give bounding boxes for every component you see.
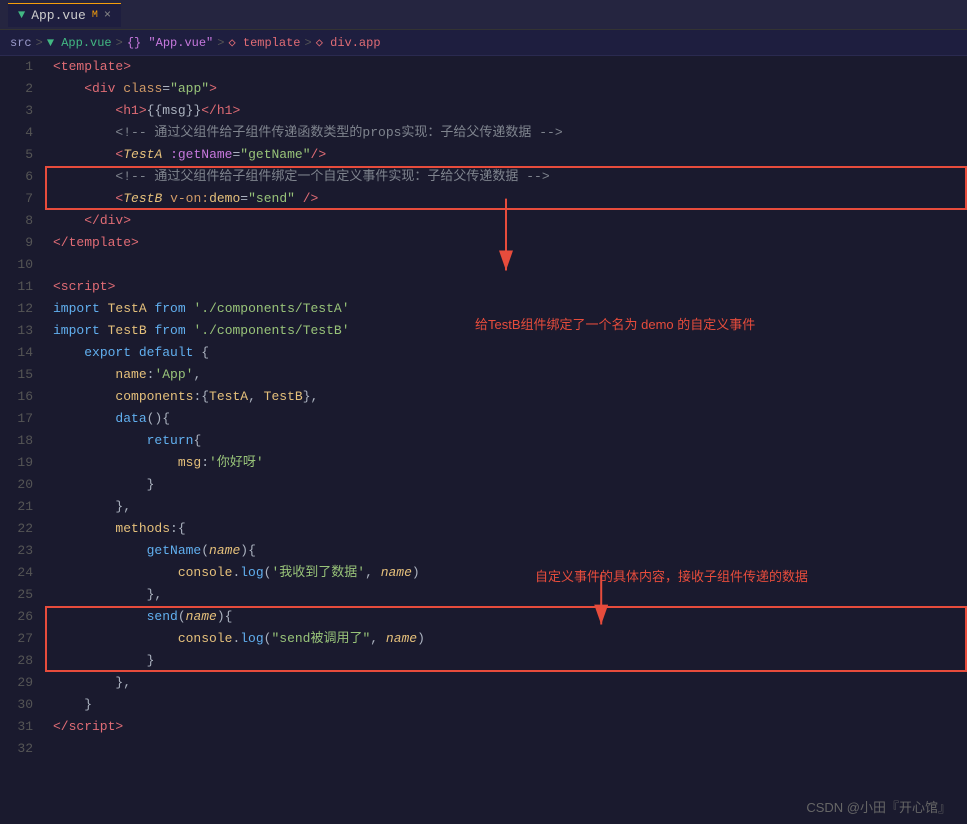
line-numbers: 1 2 3 4 5 6 7 8 9 10 11 12 13 14 15 16 1… xyxy=(0,56,45,824)
code-line-29: }, xyxy=(45,672,967,694)
line-30: 30 xyxy=(0,694,33,716)
line-26: 26 xyxy=(0,606,33,628)
code-line-12: import TestA from './components/TestA' xyxy=(45,298,967,320)
code-line-26: send(name){ xyxy=(45,606,967,628)
code-line-1: <template> xyxy=(45,56,967,78)
line-11: 11 xyxy=(0,276,33,298)
code-line-3: <h1>{{msg}}</h1> xyxy=(45,100,967,122)
code-line-2: <div class="app"> xyxy=(45,78,967,100)
line-14: 14 xyxy=(0,342,33,364)
breadcrumb-div: ◇ div.app xyxy=(316,35,381,50)
breadcrumb-template: ◇ template xyxy=(228,35,300,50)
code-line-23: getName(name){ xyxy=(45,540,967,562)
tab-filename: App.vue xyxy=(31,8,86,23)
line-19: 19 xyxy=(0,452,33,474)
code-line-16: components:{TestA, TestB}, xyxy=(45,386,967,408)
line-3: 3 xyxy=(0,100,33,122)
code-line-10 xyxy=(45,254,967,276)
code-line-27: console.log("send被调用了", name) xyxy=(45,628,967,650)
line-29: 29 xyxy=(0,672,33,694)
code-line-21: }, xyxy=(45,496,967,518)
line-15: 15 xyxy=(0,364,33,386)
watermark: CSDN @小田『开心馆』 xyxy=(806,797,951,816)
code-line-22: methods:{ xyxy=(45,518,967,540)
line-1: 1 xyxy=(0,56,33,78)
line-13: 13 xyxy=(0,320,33,342)
line-6: 6 xyxy=(0,166,33,188)
line-5: 5 xyxy=(0,144,33,166)
code-line-19: msg:'你好呀' xyxy=(45,452,967,474)
breadcrumb: src > ▼ App.vue > {} "App.vue" > ◇ templ… xyxy=(0,30,967,56)
code-line-20: } xyxy=(45,474,967,496)
line-17: 17 xyxy=(0,408,33,430)
line-10: 10 xyxy=(0,254,33,276)
modified-indicator: M xyxy=(92,10,98,21)
line-16: 16 xyxy=(0,386,33,408)
line-20: 20 xyxy=(0,474,33,496)
code-line-9: </template> xyxy=(45,232,967,254)
code-line-24: console.log('我收到了数据', name) xyxy=(45,562,967,584)
breadcrumb-vue: ▼ App.vue xyxy=(47,36,112,50)
line-25: 25 xyxy=(0,584,33,606)
breadcrumb-src: src xyxy=(10,36,32,50)
code-line-32 xyxy=(45,738,967,760)
line-9: 9 xyxy=(0,232,33,254)
line-4: 4 xyxy=(0,122,33,144)
editor: 1 2 3 4 5 6 7 8 9 10 11 12 13 14 15 16 1… xyxy=(0,56,967,824)
code-line-6: <!-- 通过父组件给子组件绑定一个自定义事件实现：子给父传递数据 --> xyxy=(45,166,967,188)
code-line-15: name:'App', xyxy=(45,364,967,386)
code-line-7: <TestB v-on:demo="send" /> xyxy=(45,188,967,210)
line-12: 12 xyxy=(0,298,33,320)
code-line-13: import TestB from './components/TestB' xyxy=(45,320,967,342)
line-22: 22 xyxy=(0,518,33,540)
tab-close-button[interactable]: × xyxy=(104,8,111,22)
code-line-25: }, xyxy=(45,584,967,606)
code-line-28: } xyxy=(45,650,967,672)
line-2: 2 xyxy=(0,78,33,100)
title-bar: ▼ App.vue M × xyxy=(0,0,967,30)
code-line-8: </div> xyxy=(45,210,967,232)
line-28: 28 xyxy=(0,650,33,672)
line-7: 7 xyxy=(0,188,33,210)
line-24: 24 xyxy=(0,562,33,584)
code-line-14: export default { xyxy=(45,342,967,364)
line-23: 23 xyxy=(0,540,33,562)
code-line-31: </script> xyxy=(45,716,967,738)
vue-icon: ▼ xyxy=(18,8,25,22)
line-8: 8 xyxy=(0,210,33,232)
editor-tab[interactable]: ▼ App.vue M × xyxy=(8,3,121,27)
code-line-17: data(){ xyxy=(45,408,967,430)
code-line-11: <script> xyxy=(45,276,967,298)
line-21: 21 xyxy=(0,496,33,518)
code-line-18: return{ xyxy=(45,430,967,452)
line-27: 27 xyxy=(0,628,33,650)
line-18: 18 xyxy=(0,430,33,452)
line-31: 31 xyxy=(0,716,33,738)
code-area[interactable]: <template> <div class="app"> <h1>{{msg}}… xyxy=(45,56,967,824)
code-line-4: <!-- 通过父组件给子组件传递函数类型的props实现：子给父传递数据 --> xyxy=(45,122,967,144)
breadcrumb-obj: {} "App.vue" xyxy=(127,36,213,50)
line-32: 32 xyxy=(0,738,33,760)
code-line-5: <TestA :getName="getName"/> xyxy=(45,144,967,166)
code-line-30: } xyxy=(45,694,967,716)
